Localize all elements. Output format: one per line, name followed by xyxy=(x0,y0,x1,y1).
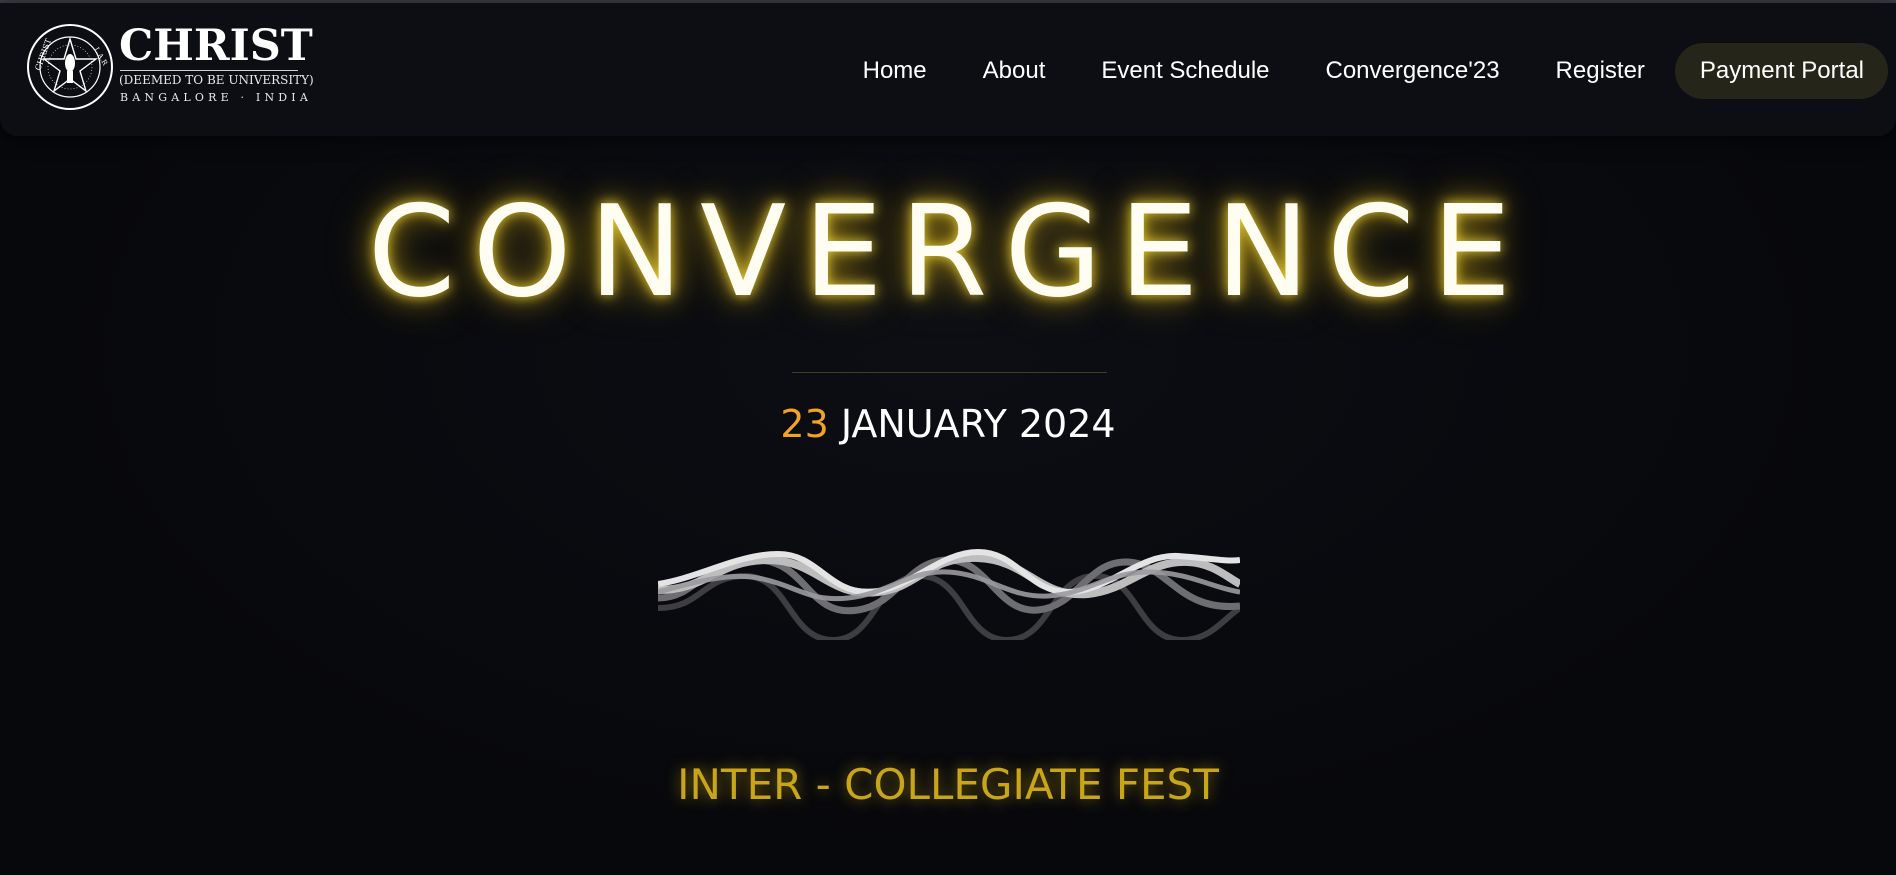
page: CHRIST L.A.R CHRIST (DEEMED TO BE UNIVER… xyxy=(0,0,1896,875)
wave-graphic-icon xyxy=(658,548,1240,640)
emblem-text-right: L.A.R xyxy=(92,46,109,67)
navbar: CHRIST L.A.R CHRIST (DEEMED TO BE UNIVER… xyxy=(0,3,1896,136)
university-emblem-icon: CHRIST L.A.R xyxy=(27,24,113,110)
event-date-month-year: JANUARY 2024 xyxy=(828,402,1116,446)
nav-convergence23[interactable]: Convergence'23 xyxy=(1326,57,1500,85)
fest-tagline: INTER - COLLEGIATE FEST xyxy=(677,760,1219,809)
title-divider xyxy=(792,372,1107,373)
nav-home[interactable]: Home xyxy=(863,57,927,85)
event-date: 23 JANUARY 2024 xyxy=(0,402,1896,446)
main-navigation: Home About Event Schedule Convergence'23… xyxy=(863,43,1896,99)
event-date-day: 23 xyxy=(780,402,829,446)
nav-about[interactable]: About xyxy=(983,57,1046,85)
logo-location: BANGALORE · INDIA xyxy=(120,91,312,104)
nav-register[interactable]: Register xyxy=(1556,57,1645,85)
university-logo[interactable]: CHRIST L.A.R CHRIST (DEEMED TO BE UNIVER… xyxy=(26,21,314,115)
hero-title: CONVERGENCE xyxy=(367,178,1529,325)
logo-divider xyxy=(120,70,298,71)
payment-portal-button[interactable]: Payment Portal xyxy=(1674,43,1888,99)
logo-name: CHRIST xyxy=(119,21,313,71)
logo-subtitle: (DEEMED TO BE UNIVERSITY) xyxy=(119,73,314,87)
nav-event-schedule[interactable]: Event Schedule xyxy=(1101,57,1269,85)
